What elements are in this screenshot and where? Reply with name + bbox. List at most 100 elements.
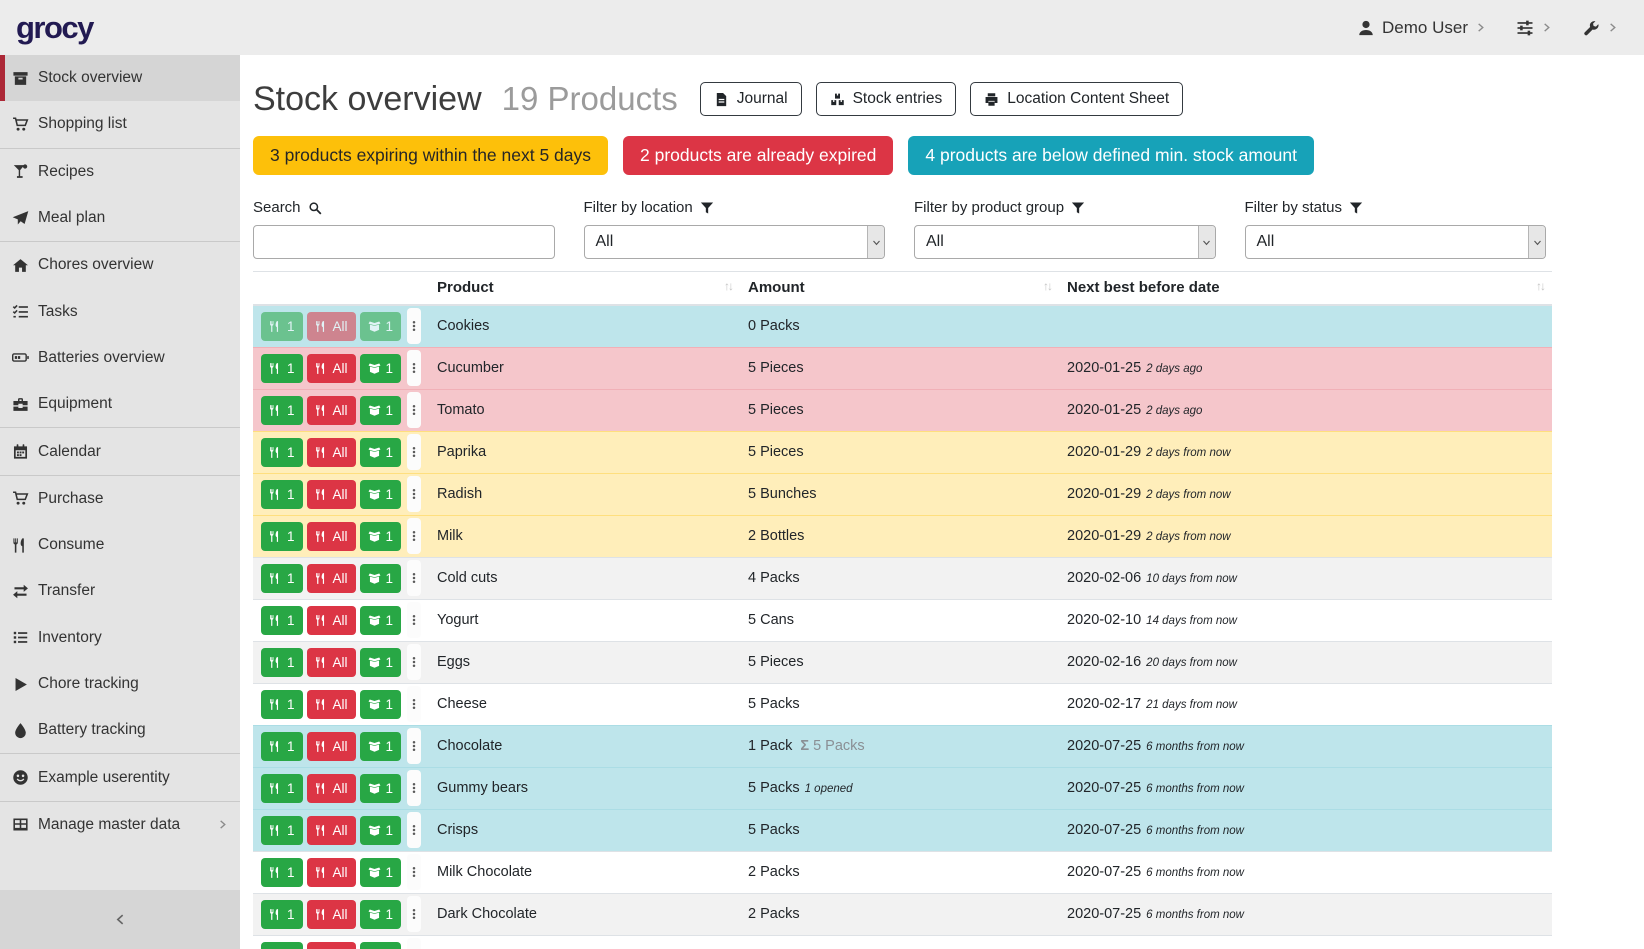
consume-all-button[interactable]: All [307,690,356,719]
consume-all-button[interactable]: All [307,312,356,341]
admin-menu[interactable] [1582,19,1618,37]
consume-one-button[interactable]: 1 [261,522,303,551]
open-one-button[interactable]: 1 [360,816,402,845]
open-one-button[interactable]: 1 [360,564,402,593]
sidebar-item-purchase[interactable]: Purchase [0,476,240,522]
consume-one-button[interactable]: 1 [261,774,303,803]
stock-entries-button[interactable]: Stock entries [816,82,957,116]
open-one-button[interactable]: 1 [360,774,402,803]
row-menu-button[interactable] [407,812,421,848]
product-cell[interactable]: Milk [429,515,740,557]
open-one-button[interactable]: 1 [360,606,402,635]
row-menu-button[interactable] [407,518,421,554]
row-menu-button[interactable] [407,728,421,764]
sidebar-item-batteries-overview[interactable]: Batteries overview [0,335,240,381]
consume-all-button[interactable]: All [307,354,356,383]
consume-one-button[interactable]: 1 [261,858,303,887]
row-menu-button[interactable] [407,392,421,428]
sidebar-item-manage-master-data[interactable]: Manage master data [0,802,240,848]
location-content-sheet-button[interactable]: Location Content Sheet [970,82,1183,116]
consume-one-button[interactable]: 1 [261,900,303,929]
product-cell[interactable]: Cold cuts [429,557,740,599]
status-banner-dang[interactable]: 2 products are already expired [623,136,893,175]
row-menu-button[interactable] [407,602,421,638]
sidebar-item-recipes[interactable]: Recipes [0,149,240,195]
row-menu-button[interactable] [407,644,421,680]
product-cell[interactable]: Cheese [429,683,740,725]
open-one-button[interactable]: 1 [360,858,402,887]
product-cell[interactable]: Chocolate [429,725,740,767]
product-cell[interactable]: Radish [429,473,740,515]
consume-one-button[interactable]: 1 [261,564,303,593]
row-menu-button[interactable] [407,896,421,932]
sidebar-item-calendar[interactable]: Calendar [0,428,240,474]
sidebar-item-chores-overview[interactable]: Chores overview [0,242,240,288]
sidebar-item-consume[interactable]: Consume [0,522,240,568]
open-one-button[interactable]: 1 [360,690,402,719]
row-menu-button[interactable] [407,434,421,470]
consume-all-button[interactable]: All [307,816,356,845]
consume-one-button[interactable]: 1 [261,648,303,677]
location-select[interactable]: All [584,225,886,259]
row-menu-button[interactable] [407,686,421,722]
settings-menu[interactable] [1516,19,1552,37]
open-one-button[interactable]: 1 [360,480,402,509]
consume-one-button[interactable]: 1 [261,480,303,509]
product-column-header[interactable]: Product ↑↓ [429,272,740,306]
consume-all-button[interactable]: All [307,438,356,467]
search-input[interactable] [253,225,555,259]
sidebar-item-battery-tracking[interactable]: Battery tracking [0,707,240,753]
user-menu[interactable]: Demo User [1357,18,1486,38]
consume-all-button[interactable]: All [307,480,356,509]
consume-all-button[interactable]: All [307,522,356,551]
status-banner-warn[interactable]: 3 products expiring within the next 5 da… [253,136,608,175]
consume-all-button[interactable]: All [307,564,356,593]
open-one-button[interactable]: 1 [360,522,402,551]
consume-one-button[interactable]: 1 [261,438,303,467]
product-cell[interactable]: Tomato [429,389,740,431]
sidebar-item-chore-tracking[interactable]: Chore tracking [0,661,240,707]
journal-button[interactable]: Journal [700,82,802,116]
consume-all-button[interactable]: All [307,774,356,803]
product-cell[interactable]: Milk Chocolate [429,851,740,893]
row-menu-button[interactable] [407,476,421,512]
consume-all-button[interactable]: All [307,648,356,677]
consume-one-button[interactable]: 1 [261,816,303,845]
product-cell[interactable]: Gummy bears [429,767,740,809]
row-menu-button[interactable] [407,350,421,386]
consume-all-button[interactable]: All [307,396,356,425]
consume-one-button[interactable]: 1 [261,732,303,761]
open-one-button[interactable]: 1 [360,648,402,677]
product-cell[interactable]: Dark Chocolate [429,893,740,935]
sidebar-item-stock-overview[interactable]: Stock overview [0,55,240,101]
app-logo[interactable]: grocy [16,10,93,46]
sidebar-item-meal-plan[interactable]: Meal plan [0,195,240,241]
consume-all-button[interactable]: All [307,900,356,929]
consume-one-button[interactable]: 1 [261,606,303,635]
product-cell[interactable]: Eggs [429,641,740,683]
consume-one-button[interactable]: 1 [261,396,303,425]
sidebar-item-equipment[interactable]: Equipment [0,381,240,427]
sidebar-item-tasks[interactable]: Tasks [0,288,240,334]
row-menu-button[interactable] [407,854,421,890]
product-cell[interactable]: Yogurt [429,599,740,641]
product-cell[interactable]: Crisps [429,809,740,851]
status-select[interactable]: All [1245,225,1547,259]
consume-one-button[interactable]: 1 [261,690,303,719]
sidebar-item-shopping-list[interactable]: Shopping list [0,101,240,147]
row-menu-button[interactable] [407,560,421,596]
best-before-column-header[interactable]: Next best before date ↑↓ [1059,272,1552,306]
consume-all-button[interactable]: All [307,732,356,761]
consume-all-button[interactable]: All [307,858,356,887]
open-one-button[interactable]: 1 [360,396,402,425]
sidebar-item-example-userentity[interactable]: Example userentity [0,754,240,800]
sidebar-collapse-button[interactable] [0,890,240,949]
row-menu-button[interactable] [407,308,421,344]
status-banner-info[interactable]: 4 products are below defined min. stock … [908,136,1314,175]
open-one-button[interactable]: 1 [360,900,402,929]
product-cell[interactable]: Paprika [429,431,740,473]
consume-all-button[interactable]: All [307,606,356,635]
sidebar-item-transfer[interactable]: Transfer [0,568,240,614]
open-one-button[interactable]: 1 [360,312,402,341]
open-one-button[interactable]: 1 [360,942,402,949]
